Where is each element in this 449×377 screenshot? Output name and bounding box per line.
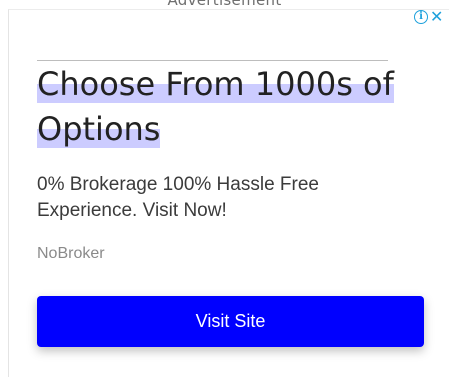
ad-headline[interactable]: Choose From 1000s of Options xyxy=(37,62,417,152)
advertiser-name: NoBroker xyxy=(37,245,105,262)
info-icon[interactable]: i xyxy=(414,10,428,24)
ad-choices[interactable]: i ✕ xyxy=(414,9,443,25)
ad-headline-text: Choose From 1000s of Options xyxy=(37,65,394,148)
close-icon[interactable]: ✕ xyxy=(430,9,443,25)
ad-description: 0% Brokerage 100% Hassle Free Experience… xyxy=(37,174,319,221)
visit-site-button[interactable]: Visit Site xyxy=(37,296,424,347)
advertisement-label: Advertisement xyxy=(167,0,282,9)
divider xyxy=(37,60,388,61)
ad-page: Advertisement i ✕ Choose From 1000s of O… xyxy=(0,0,449,377)
